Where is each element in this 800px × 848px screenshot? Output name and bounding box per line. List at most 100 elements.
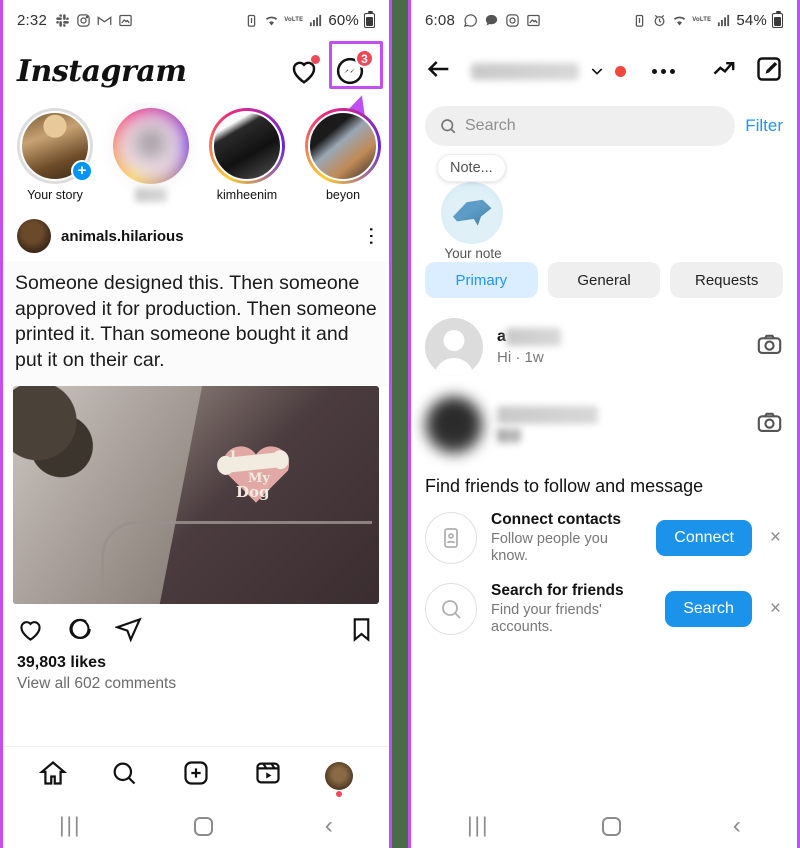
save-icon[interactable]: [348, 616, 375, 648]
volte-icon: VoLTE: [284, 17, 304, 23]
post-image[interactable]: I My Dog: [13, 385, 379, 604]
back-arrow-icon[interactable]: [425, 55, 453, 88]
story-label: name: [135, 188, 167, 202]
recents-button[interactable]: |||: [59, 814, 81, 838]
view-comments-link[interactable]: View all 602 comments: [3, 672, 389, 701]
suggestion-subtitle: Follow people you know.: [491, 531, 608, 565]
chat-name: a blurred: [497, 328, 742, 346]
story-ring: [209, 108, 285, 184]
search-button[interactable]: Search: [665, 591, 752, 628]
suggestion-title: Search for friends: [491, 581, 624, 599]
home-icon[interactable]: [38, 759, 67, 792]
suggestion-row: Connect contacts Follow people you know.…: [411, 503, 797, 574]
status-notification-icons: [55, 13, 133, 28]
battery-saver-icon: [632, 13, 647, 28]
home-button[interactable]: [601, 816, 621, 836]
filter-link[interactable]: Filter: [745, 116, 783, 136]
search-input[interactable]: Search: [425, 106, 736, 146]
instagram-icon: [505, 13, 520, 28]
recents-button[interactable]: |||: [467, 814, 489, 838]
story-label: beyon: [325, 188, 361, 202]
suggestion-row: Search for friends Find your friends' ac…: [411, 574, 797, 645]
reels-icon[interactable]: [254, 759, 282, 792]
story-item[interactable]: kimheenim: [205, 108, 289, 207]
more-options-icon[interactable]: [640, 56, 686, 86]
post-username[interactable]: animals.hilarious: [61, 228, 184, 245]
gmail-icon: [97, 13, 112, 28]
post-header: animals.hilarious ⋯: [3, 211, 389, 261]
android-nav-bar-right[interactable]: ||| ‹: [411, 804, 797, 848]
create-icon[interactable]: [182, 759, 210, 792]
chat-list-item[interactable]: a blurred Hi · 1w: [411, 308, 797, 386]
connect-button[interactable]: Connect: [656, 520, 752, 557]
camera-icon[interactable]: [756, 331, 783, 363]
compose-icon[interactable]: [755, 55, 783, 88]
dm-header: username: [411, 40, 797, 102]
comment-icon[interactable]: [66, 616, 93, 648]
back-button[interactable]: ‹: [733, 814, 741, 838]
add-story-icon[interactable]: +: [71, 160, 93, 182]
camera-icon[interactable]: [756, 409, 783, 441]
profile-avatar[interactable]: [325, 761, 354, 797]
tab-primary[interactable]: Primary: [425, 262, 538, 298]
trending-arrow-icon[interactable]: [711, 55, 739, 88]
story-item[interactable]: name: [109, 108, 193, 207]
suggestion-subtitle: Find your friends' accounts.: [491, 601, 602, 636]
messages-icon: [484, 13, 499, 28]
wifi-icon: [672, 13, 687, 28]
shoe-shape: [453, 199, 492, 226]
tab-general[interactable]: General: [547, 262, 661, 298]
heart-notification-dot: [311, 55, 320, 64]
story-item[interactable]: + Your story: [13, 108, 97, 207]
screenshot-stage: 2:32 VoLTE 60% Instagram 3 + Your story …: [0, 0, 800, 848]
chat-info: a blurred Hi · 1w: [497, 328, 742, 366]
slack-icon: [55, 13, 70, 28]
dm-header-actions: [711, 55, 783, 88]
chat-avatar[interactable]: [425, 318, 483, 376]
post-caption: Someone designed this. Then someone appr…: [3, 261, 389, 386]
like-icon[interactable]: [17, 616, 44, 648]
your-note-area[interactable]: Note... Your note: [411, 154, 797, 261]
car-frame-shape: [100, 521, 372, 600]
battery-percent: 54%: [736, 11, 767, 29]
heart-icon[interactable]: [289, 55, 320, 86]
chat-name-blurred: blurred: [505, 328, 562, 346]
suggestion-title: Connect contacts: [491, 511, 622, 528]
share-icon[interactable]: [113, 616, 142, 648]
stories-tray[interactable]: + Your story name kimheenim be: [3, 102, 389, 211]
status-time: 2:32: [17, 11, 47, 29]
story-label: kimheenim: [216, 188, 278, 202]
contacts-icon: [425, 512, 477, 565]
note-avatar[interactable]: [441, 182, 503, 244]
search-icon[interactable]: [110, 759, 138, 792]
chat-avatar[interactable]: [425, 396, 483, 454]
chat-preview: text: [497, 426, 522, 444]
close-icon[interactable]: ×: [766, 527, 785, 549]
status-system-icons: VoLTE 60%: [244, 10, 375, 29]
post-actions: [3, 604, 389, 652]
search-icon: [425, 583, 477, 636]
wifi-icon: [264, 13, 279, 28]
android-nav-bar-left[interactable]: ||| ‹: [3, 804, 389, 848]
chat-list-item[interactable]: blurred name text: [411, 386, 797, 464]
sticker-text-dog: Dog: [235, 482, 270, 501]
status-notification-icons: [463, 13, 541, 28]
home-button[interactable]: [193, 816, 213, 836]
chat-preview: Hi · 1w: [497, 349, 544, 366]
signal-icon: [716, 13, 731, 28]
close-icon[interactable]: ×: [766, 598, 785, 620]
tab-requests[interactable]: Requests: [670, 262, 784, 298]
status-bar-left: 2:32 VoLTE 60%: [3, 0, 389, 40]
story-item[interactable]: beyon: [301, 108, 385, 207]
messenger-icon[interactable]: 3: [335, 49, 374, 86]
profile-notification-dot: [336, 790, 343, 797]
header-actions: 3: [289, 49, 375, 86]
instagram-bottom-nav[interactable]: [3, 746, 389, 804]
story-avatar: [308, 111, 378, 181]
more-options-icon[interactable]: ⋯: [360, 226, 382, 247]
post-avatar[interactable]: [17, 219, 51, 253]
dm-username[interactable]: username: [471, 62, 579, 80]
back-button[interactable]: ‹: [325, 814, 333, 838]
note-bubble[interactable]: Note...: [437, 154, 506, 182]
chevron-down-icon[interactable]: [589, 63, 605, 79]
